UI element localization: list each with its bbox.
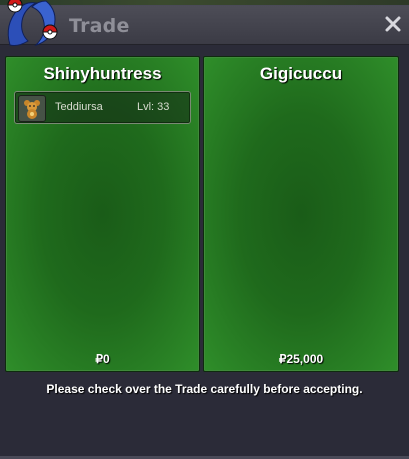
my-offer-panel: Shinyhuntress Teddiursa Lvl: 33 ₽0	[5, 56, 200, 372]
teddiursa-icon	[18, 95, 46, 122]
item-name: Teddiursa	[55, 101, 103, 113]
offer-item-slot[interactable]: Teddiursa Lvl: 33	[14, 91, 191, 124]
partner-offer-panel: Gigicuccu ₽25,000	[203, 56, 399, 372]
window-title: Trade	[69, 15, 130, 37]
partner-player-name: Gigicuccu	[259, 64, 343, 83]
trade-warning-text: Please check over the Trade carefully be…	[46, 382, 363, 396]
item-level: Lvl: 33	[137, 101, 170, 113]
my-player-name: Shinyhuntress	[43, 64, 162, 83]
pokeball-logo-icon	[2, 0, 62, 51]
close-icon	[385, 16, 401, 32]
trade-window: Trade Shinyhuntress Teddiursa Lvl: 33 ₽0…	[0, 5, 409, 459]
my-money-amount: ₽0	[95, 352, 110, 366]
close-button[interactable]	[383, 14, 403, 34]
partner-money-amount: ₽25,000	[278, 352, 324, 366]
